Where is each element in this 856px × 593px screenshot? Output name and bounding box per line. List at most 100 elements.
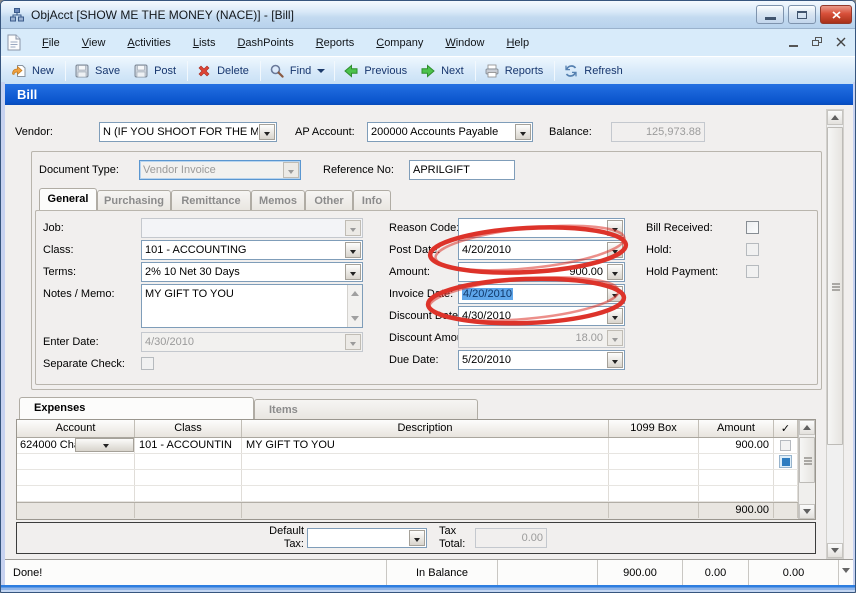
refresh-button[interactable]: Refresh bbox=[558, 61, 631, 81]
minimize-button[interactable] bbox=[756, 5, 784, 24]
close-button[interactable] bbox=[820, 5, 852, 24]
class-combo[interactable]: 101 - ACCOUNTING bbox=[141, 240, 363, 260]
cell-description[interactable] bbox=[242, 486, 609, 501]
grid-row-2[interactable] bbox=[17, 454, 798, 470]
menu-dashpoints[interactable]: DashPoints bbox=[226, 34, 304, 52]
cell-description[interactable] bbox=[242, 454, 609, 469]
menu-window[interactable]: Window bbox=[434, 34, 495, 52]
bill-received-checkbox[interactable] bbox=[746, 221, 759, 234]
form-scroll-down-button[interactable] bbox=[827, 543, 843, 558]
cell-amount[interactable] bbox=[699, 470, 774, 485]
grid-scrollbar[interactable] bbox=[798, 420, 815, 519]
cell-description[interactable]: MY GIFT TO YOU bbox=[242, 438, 609, 453]
hold-payment-checkbox[interactable] bbox=[746, 265, 759, 278]
discount-date-field[interactable]: 4/30/2010 bbox=[458, 306, 625, 326]
cell-account[interactable] bbox=[17, 470, 135, 485]
cell-check[interactable] bbox=[774, 470, 798, 485]
cell-account[interactable] bbox=[17, 486, 135, 501]
maximize-button[interactable] bbox=[788, 5, 816, 24]
tab-items[interactable]: Items bbox=[254, 399, 478, 419]
delete-button[interactable]: Delete bbox=[191, 61, 257, 81]
discount-date-dropdown-icon[interactable] bbox=[607, 308, 623, 324]
cell-class[interactable]: 101 - ACCOUNTIN bbox=[135, 438, 242, 453]
tab-info[interactable]: Info bbox=[353, 190, 391, 210]
mdi-minimize-button[interactable] bbox=[785, 34, 801, 49]
scroll-up-icon[interactable] bbox=[351, 287, 359, 296]
notes-scrollbar[interactable] bbox=[347, 285, 362, 327]
form-scrollbar[interactable] bbox=[826, 109, 844, 559]
cell-1099-box[interactable] bbox=[609, 486, 699, 501]
default-tax-combo[interactable] bbox=[307, 528, 427, 548]
due-date-field[interactable]: 5/20/2010 bbox=[458, 350, 625, 370]
find-dropdown-icon[interactable] bbox=[317, 69, 325, 77]
amount-dropdown-icon[interactable] bbox=[607, 264, 623, 280]
grid-row-1[interactable]: 624000 Charitabl 101 - ACCOUNTIN MY GIFT… bbox=[17, 438, 798, 454]
terms-dropdown-icon[interactable] bbox=[345, 264, 361, 280]
grid-row-4[interactable] bbox=[17, 486, 798, 502]
menu-view[interactable]: View bbox=[71, 34, 117, 52]
tab-memos[interactable]: Memos bbox=[251, 190, 305, 210]
new-button[interactable]: New bbox=[6, 61, 62, 81]
notes-memo-field[interactable]: MY GIFT TO YOU bbox=[141, 284, 363, 328]
cell-amount[interactable] bbox=[699, 454, 774, 469]
scroll-down-icon[interactable] bbox=[351, 316, 359, 325]
grid-row-3[interactable] bbox=[17, 470, 798, 486]
ap-account-combo[interactable]: 200000 Accounts Payable bbox=[367, 122, 533, 142]
cell-class[interactable] bbox=[135, 470, 242, 485]
post-date-field[interactable]: 4/20/2010 bbox=[458, 240, 625, 260]
form-scroll-thumb[interactable] bbox=[827, 127, 843, 445]
invoice-date-field[interactable]: 4/20/2010 bbox=[458, 284, 625, 304]
amount-field[interactable]: 900.00 bbox=[458, 262, 625, 282]
hold-checkbox[interactable] bbox=[746, 243, 759, 256]
reason-code-combo[interactable] bbox=[458, 218, 625, 238]
post-button[interactable]: Post bbox=[128, 61, 184, 81]
ap-account-dropdown-icon[interactable] bbox=[515, 124, 531, 140]
grid-scroll-up-button[interactable] bbox=[799, 420, 815, 435]
next-button[interactable]: Next bbox=[415, 61, 472, 81]
cell-check[interactable] bbox=[774, 438, 798, 453]
cell-account[interactable]: 624000 Charitabl bbox=[17, 438, 135, 453]
previous-button[interactable]: Previous bbox=[338, 61, 415, 81]
cell-class[interactable] bbox=[135, 454, 242, 469]
reason-code-dropdown-icon[interactable] bbox=[607, 220, 623, 236]
menu-help[interactable]: Help bbox=[495, 34, 540, 52]
class-dropdown-icon[interactable] bbox=[345, 242, 361, 258]
save-button[interactable]: Save bbox=[69, 61, 128, 81]
find-button[interactable]: Find bbox=[264, 61, 319, 81]
vendor-dropdown-icon[interactable] bbox=[259, 124, 275, 140]
terms-combo[interactable]: 2% 10 Net 30 Days bbox=[141, 262, 363, 282]
due-date-dropdown-icon[interactable] bbox=[607, 352, 623, 368]
cell-1099-box[interactable] bbox=[609, 454, 699, 469]
vendor-combo[interactable]: N (IF YOU SHOOT FOR THE MOON) bbox=[99, 122, 277, 142]
document-type-combo[interactable]: Vendor Invoice bbox=[139, 160, 301, 180]
cell-1099-box[interactable] bbox=[609, 470, 699, 485]
cell-amount[interactable]: 900.00 bbox=[699, 438, 774, 453]
cell-check[interactable] bbox=[774, 486, 798, 501]
cell-description[interactable] bbox=[242, 470, 609, 485]
mdi-restore-button[interactable] bbox=[809, 34, 825, 49]
post-date-dropdown-icon[interactable] bbox=[607, 242, 623, 258]
cell-account[interactable] bbox=[17, 454, 135, 469]
reference-no-field[interactable]: APRILGIFT bbox=[409, 160, 515, 180]
tab-other[interactable]: Other bbox=[305, 190, 353, 210]
reports-button[interactable]: Reports bbox=[479, 61, 552, 81]
cell-account-dropdown-icon[interactable] bbox=[75, 438, 135, 452]
default-tax-dropdown-icon[interactable] bbox=[409, 530, 425, 546]
menu-activities[interactable]: Activities bbox=[116, 34, 181, 52]
job-combo[interactable] bbox=[141, 218, 363, 238]
menu-company[interactable]: Company bbox=[365, 34, 434, 52]
cell-check[interactable] bbox=[774, 454, 798, 469]
mdi-close-button[interactable] bbox=[833, 34, 849, 49]
form-scroll-up-button[interactable] bbox=[827, 110, 843, 125]
cell-1099-box[interactable] bbox=[609, 438, 699, 453]
tab-general[interactable]: General bbox=[39, 188, 97, 210]
tab-expenses[interactable]: Expenses bbox=[19, 397, 254, 419]
separate-check-checkbox[interactable] bbox=[141, 357, 154, 370]
tab-remittance[interactable]: Remittance bbox=[171, 190, 251, 210]
grid-scroll-down-button[interactable] bbox=[799, 504, 815, 519]
menu-reports[interactable]: Reports bbox=[305, 34, 366, 52]
cell-amount[interactable] bbox=[699, 486, 774, 501]
invoice-date-dropdown-icon[interactable] bbox=[607, 286, 623, 302]
tab-purchasing[interactable]: Purchasing bbox=[97, 190, 171, 210]
row-checkbox[interactable] bbox=[780, 440, 791, 451]
